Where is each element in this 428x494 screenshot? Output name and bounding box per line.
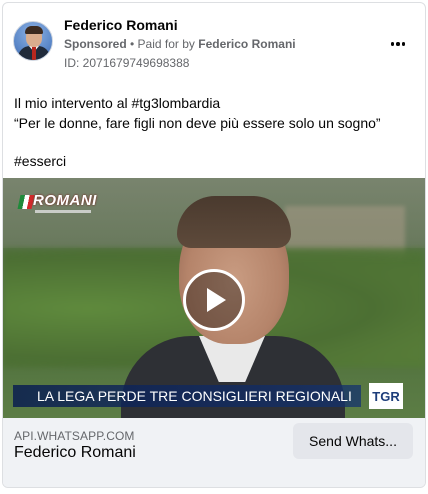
sponsored-label: Sponsored	[64, 37, 127, 51]
link-domain: API.WHATSAPP.COM	[14, 429, 135, 443]
sponsored-meta: Sponsored • Paid for by Federico Romani	[64, 37, 296, 51]
paid-for-name[interactable]: Federico Romani	[198, 37, 295, 51]
sponsored-post-card: Federico Romani Sponsored • Paid for by …	[2, 2, 426, 488]
news-ticker: LA LEGA PERDE TRE CONSIGLIERI REGIONALI	[13, 385, 361, 407]
ad-id: ID: 2071679749698388	[64, 56, 190, 70]
play-button[interactable]	[183, 269, 245, 331]
link-title[interactable]: Federico Romani	[14, 444, 136, 462]
post-header: Federico Romani Sponsored • Paid for by …	[3, 3, 425, 81]
profile-avatar[interactable]	[13, 21, 53, 61]
send-whatsapp-button[interactable]: Send Whats...	[293, 423, 413, 459]
post-text: Il mio intervento al #tg3lombardia “Per …	[14, 93, 414, 171]
more-options-button[interactable]	[385, 35, 411, 53]
page-name-link[interactable]: Federico Romani	[64, 17, 178, 33]
play-icon	[207, 288, 226, 312]
flag-icon	[17, 195, 35, 209]
channel-badge: TGR	[369, 383, 403, 409]
link-footer[interactable]: API.WHATSAPP.COM Federico Romani Send Wh…	[3, 418, 425, 487]
video-player[interactable]: ROMANI LA LEGA PERDE TRE CONSIGLIERI REG…	[3, 178, 425, 418]
meta-separator: •	[126, 37, 138, 51]
paid-for-prefix: Paid for by	[137, 37, 199, 51]
post-text-line-2: “Per le donne, fare figli non deve più e…	[14, 115, 381, 131]
video-logo-text: ROMANI	[33, 192, 97, 209]
post-hashtag[interactable]: #esserci	[14, 151, 414, 171]
post-text-line-1: Il mio intervento al #tg3lombardia	[14, 95, 221, 111]
video-logo: ROMANI	[17, 192, 99, 218]
more-horizontal-icon	[390, 42, 395, 46]
